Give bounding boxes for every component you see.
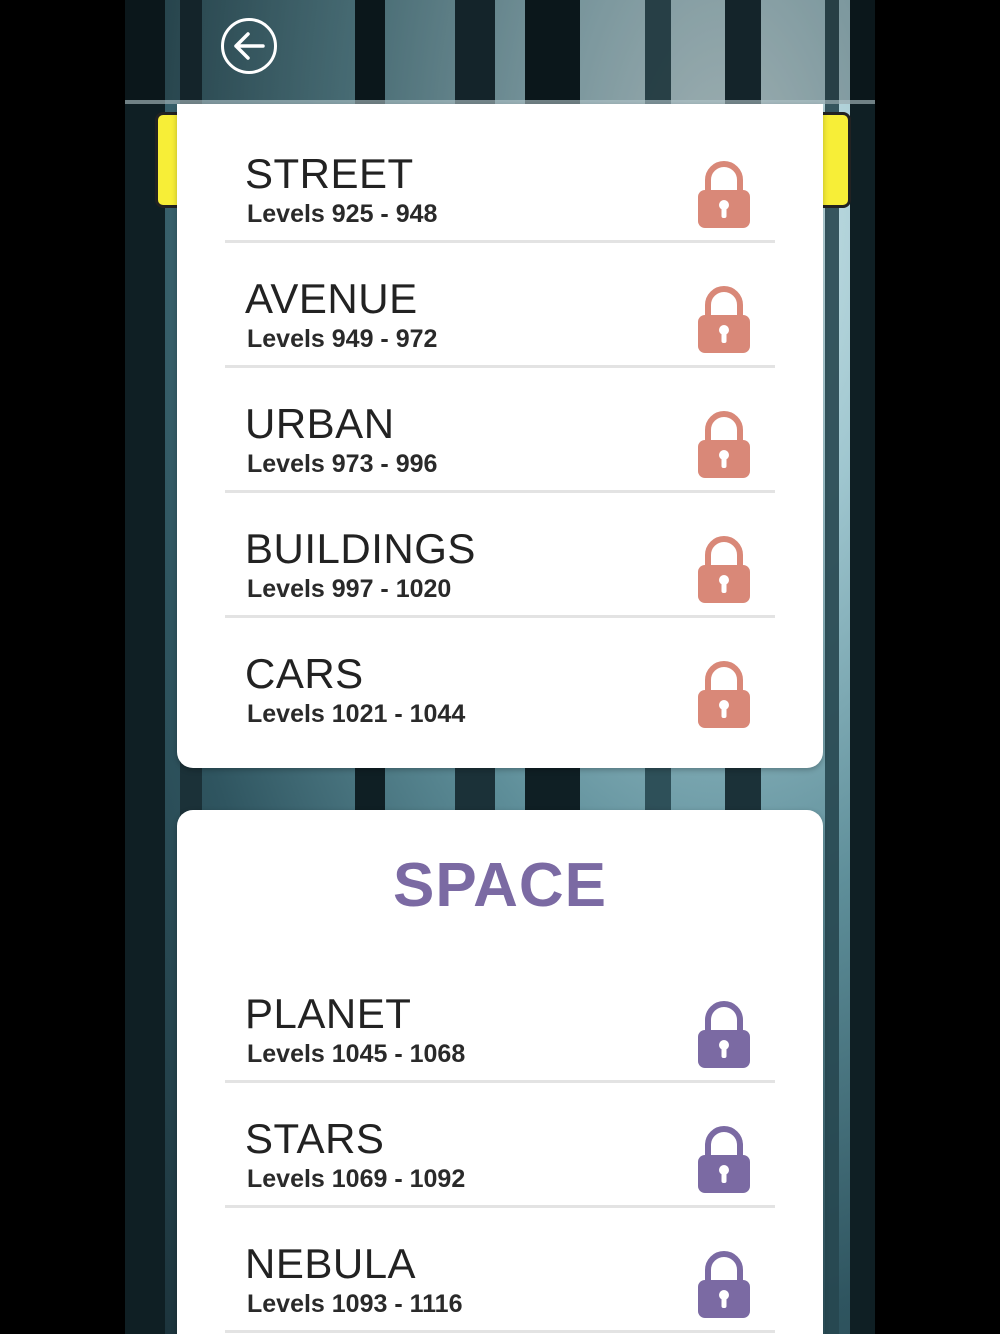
level-range: Levels 1069 - 1092 bbox=[247, 1165, 466, 1193]
level-pack-row[interactable]: CARS Levels 1021 - 1044 bbox=[225, 618, 775, 743]
level-range: Levels 1093 - 1116 bbox=[247, 1290, 463, 1318]
level-pack-name: URBAN bbox=[245, 400, 395, 447]
pack-title: SPACE bbox=[392, 851, 607, 920]
city-pack-card: STREET Levels 925 - 948 AVENUE Levels 949 -… bbox=[177, 104, 823, 768]
lock-icon bbox=[695, 283, 753, 355]
level-range: Levels 949 - 972 bbox=[247, 325, 438, 353]
level-pack-row[interactable]: AVENUE Levels 949 - 972 bbox=[225, 243, 775, 368]
lock-icon bbox=[695, 408, 753, 480]
lock-icon bbox=[695, 1248, 753, 1320]
space-pack-card: SPACE PLANET Levels 1045 - 1068 STARS Level… bbox=[177, 810, 823, 1334]
level-pack-name: AVENUE bbox=[245, 275, 418, 322]
level-pack-name: NEBULA bbox=[245, 1240, 417, 1287]
level-range: Levels 997 - 1020 bbox=[247, 575, 452, 603]
lock-icon bbox=[695, 998, 753, 1070]
level-pack-row[interactable]: NEBULA Levels 1093 - 1116 bbox=[225, 1208, 775, 1333]
level-pack-name: BUILDINGS bbox=[245, 525, 476, 572]
background-tree bbox=[850, 0, 875, 1334]
level-pack-row[interactable]: PLANET Levels 1045 - 1068 bbox=[225, 958, 775, 1083]
level-pack-row[interactable]: URBAN Levels 973 - 996 bbox=[225, 368, 775, 493]
lock-icon bbox=[695, 1123, 753, 1195]
level-pack-row[interactable]: BUILDINGS Levels 997 - 1020 bbox=[225, 493, 775, 618]
level-range: Levels 1045 - 1068 bbox=[247, 1040, 466, 1068]
level-pack-name: CARS bbox=[245, 650, 364, 697]
back-button[interactable] bbox=[221, 18, 277, 74]
back-arrow-icon bbox=[234, 32, 265, 60]
app-screen: STREET Levels 925 - 948 AVENUE Levels 949 -… bbox=[125, 0, 875, 1334]
level-range: Levels 973 - 996 bbox=[247, 450, 438, 478]
row-divider bbox=[225, 1330, 775, 1333]
level-pack-name: STARS bbox=[245, 1115, 385, 1162]
level-range: Levels 925 - 948 bbox=[247, 200, 438, 228]
level-pack-name: PLANET bbox=[245, 990, 412, 1037]
level-pack-row[interactable]: STREET Levels 925 - 948 bbox=[225, 118, 775, 243]
level-pack-row[interactable]: STARS Levels 1069 - 1092 bbox=[225, 1083, 775, 1208]
level-range: Levels 1021 - 1044 bbox=[247, 700, 466, 728]
level-pack-name: STREET bbox=[245, 150, 414, 197]
lock-icon bbox=[695, 658, 753, 730]
top-bar bbox=[125, 0, 875, 104]
lock-icon bbox=[695, 158, 753, 230]
lock-icon bbox=[695, 533, 753, 605]
